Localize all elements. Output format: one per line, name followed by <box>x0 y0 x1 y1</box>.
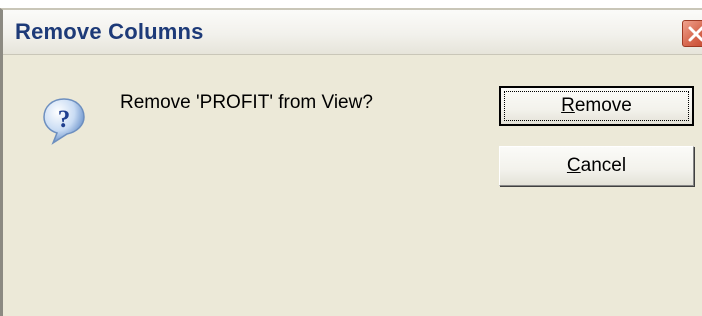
svg-text:?: ? <box>58 106 71 133</box>
dialog-title: Remove Columns <box>15 19 204 44</box>
cancel-button-label: Cancel <box>566 155 627 176</box>
remove-button-label: Remove <box>561 95 632 116</box>
dialog-window: Remove Columns ? Remove 'PROFIT' from Vi… <box>0 8 702 316</box>
title-bar[interactable]: Remove Columns <box>3 10 702 55</box>
question-icon: ? <box>43 98 85 145</box>
close-icon <box>688 26 702 42</box>
confirm-message: Remove 'PROFIT' from View? <box>120 92 373 113</box>
cancel-button[interactable]: Cancel <box>499 146 694 186</box>
close-button[interactable] <box>682 20 702 47</box>
remove-button[interactable]: Remove <box>499 86 694 126</box>
